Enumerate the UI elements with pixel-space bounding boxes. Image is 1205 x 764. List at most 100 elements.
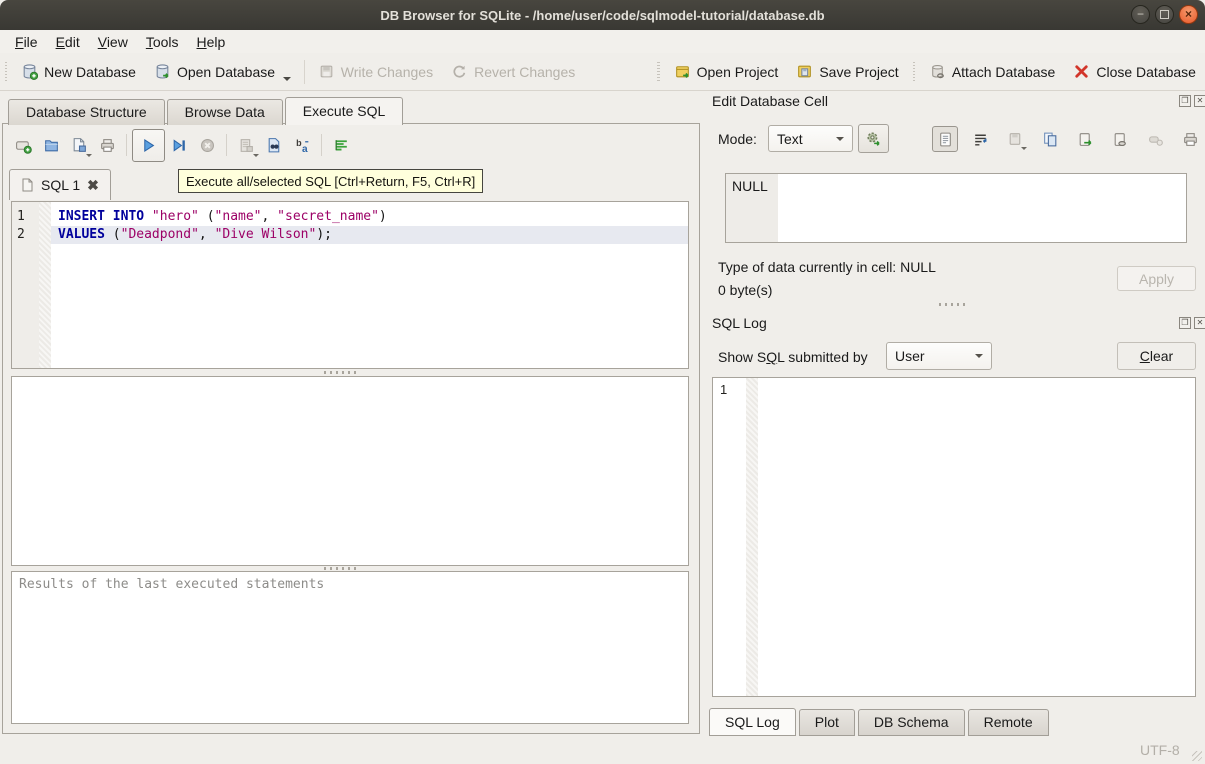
find-replace-icon[interactable]: b a [288,131,316,159]
chevron-down-icon [975,354,983,358]
log-filter-value: User [895,348,925,364]
save-sql-file-icon[interactable] [65,131,93,159]
open-sql-file-icon[interactable] [37,131,65,159]
auto-apply-button[interactable] [858,124,889,153]
find-icon[interactable] [260,131,288,159]
window-resize-grip[interactable] [1192,751,1202,761]
format-sql-icon[interactable] [327,131,355,159]
float-panel-icon[interactable]: ❐ [1179,95,1191,107]
maximize-icon[interactable] [1155,5,1174,24]
open-project-icon [674,63,691,80]
close-database-label: Close Database [1096,64,1196,80]
toolbar-grip[interactable] [657,62,659,82]
open-database-dropdown-icon[interactable] [283,77,291,81]
tooltip-text: Execute all/selected SQL [Ctrl+Return, F… [186,174,475,189]
print-icon[interactable] [93,131,121,159]
mode-select[interactable]: Text [768,125,853,152]
sql-editor-tab[interactable]: SQL 1 ✖ [9,169,111,200]
sql-file-icon [21,178,34,192]
save-project-button[interactable]: Save Project [787,57,907,87]
close-panel-icon[interactable]: ✕ [1194,95,1205,107]
float-panel-icon[interactable]: ❐ [1179,317,1191,329]
splitter-handle[interactable] [324,371,360,374]
tab-sql-log[interactable]: SQL Log [709,708,796,736]
clear-log-button[interactable]: Clear [1117,342,1196,370]
window-title: DB Browser for SQLite - /home/user/code/… [380,8,824,23]
menu-tools[interactable]: Tools [137,32,188,52]
app-window: DB Browser for SQLite - /home/user/code/… [0,0,1205,764]
apply-button-label: Apply [1139,271,1174,287]
close-icon[interactable]: × [1179,5,1198,24]
sql-code-editor[interactable]: 12 INSERT INTO "hero" ("name", "secret_n… [11,201,689,369]
cell-value-editor[interactable]: NULL [725,173,1187,243]
editor-gutter-lines: 12 [12,202,39,244]
attach-database-label: Attach Database [952,64,1056,80]
minimize-icon[interactable]: − [1131,5,1150,24]
export-icon[interactable] [1072,126,1098,152]
log-fold-margin [746,378,758,696]
write-changes-button: Write Changes [309,57,442,87]
tab-browse-data[interactable]: Browse Data [167,99,283,125]
tab-plot[interactable]: Plot [799,709,855,736]
cell-value: NULL [732,178,768,194]
tab-remote[interactable]: Remote [968,709,1049,736]
menu-file[interactable]: File [6,32,47,52]
print-cell-icon[interactable] [1177,126,1203,152]
attach-database-button[interactable]: Attach Database [920,57,1065,87]
window-controls: − × [1131,5,1198,24]
close-database-button[interactable]: Close Database [1064,57,1205,87]
code-lines[interactable]: INSERT INTO "hero" ("name", "secret_name… [51,202,688,368]
tab-database-structure[interactable]: Database Structure [8,99,165,125]
sql-log-dock-controls: ❐ ✕ [1179,317,1205,329]
execute-line-icon[interactable] [165,131,193,159]
open-database-label: Open Database [177,64,275,80]
open-database-button[interactable]: Open Database [145,57,300,87]
menu-edit[interactable]: Edit [47,32,89,52]
new-database-button[interactable]: New Database [12,57,145,87]
link-icon[interactable] [1107,126,1133,152]
revert-changes-label: Revert Changes [474,64,575,80]
toolbar-grip[interactable] [913,62,915,82]
attach-database-icon [929,63,946,80]
sql-log-view[interactable]: 1 [712,377,1196,697]
text-mode-icon[interactable] [932,126,958,152]
open-project-button[interactable]: Open Project [665,57,788,87]
log-filter-select[interactable]: User [886,342,992,370]
close-sql-tab-icon[interactable]: ✖ [87,177,99,194]
tab-db-schema[interactable]: DB Schema [858,709,965,736]
dock-splitter-handle[interactable] [939,303,969,306]
edit-cell-toolbar [932,126,1203,152]
word-wrap-icon[interactable] [967,126,993,152]
tab-execute-sql[interactable]: Execute SQL [285,97,404,125]
cell-size-info: 0 byte(s) [718,282,772,298]
edit-cell-title: Edit Database Cell [712,93,828,109]
menu-help[interactable]: Help [188,32,235,52]
results-message-pane[interactable]: Results of the last executed statements [11,571,689,724]
close-panel-icon[interactable]: ✕ [1194,317,1205,329]
execute-all-icon[interactable] [132,129,165,162]
toolbar-grip[interactable] [5,62,7,82]
encoding-indicator[interactable]: UTF-8 [1140,742,1180,758]
splitter-handle[interactable] [324,567,360,570]
toolbar-separator [304,60,305,84]
copy-icon[interactable] [1037,126,1063,152]
cell-editor-gutter: NULL [726,174,778,242]
menu-view[interactable]: View [89,32,137,52]
sql-toolbar: b a [9,127,355,163]
sql-tab-label: SQL 1 [41,177,80,193]
clear-button-label: Clear [1140,348,1173,364]
mode-label: Mode: [718,131,757,147]
titlebar[interactable]: DB Browser for SQLite - /home/user/code/… [0,0,1205,30]
new-sql-tab-icon[interactable] [9,131,37,159]
close-database-icon [1073,63,1090,80]
save-results-dropdown-icon [253,154,259,157]
import-text-icon [1002,126,1028,152]
results-table-pane[interactable] [11,376,689,566]
tooltip: Execute all/selected SQL [Ctrl+Return, F… [178,169,483,193]
mode-select-value: Text [777,131,803,147]
sql-log-title: SQL Log [712,315,767,331]
save-results-icon [232,131,260,159]
save-sql-dropdown-icon[interactable] [86,154,92,157]
sql-editor-tabbar: SQL 1 ✖ [9,169,111,200]
new-database-label: New Database [44,64,136,80]
